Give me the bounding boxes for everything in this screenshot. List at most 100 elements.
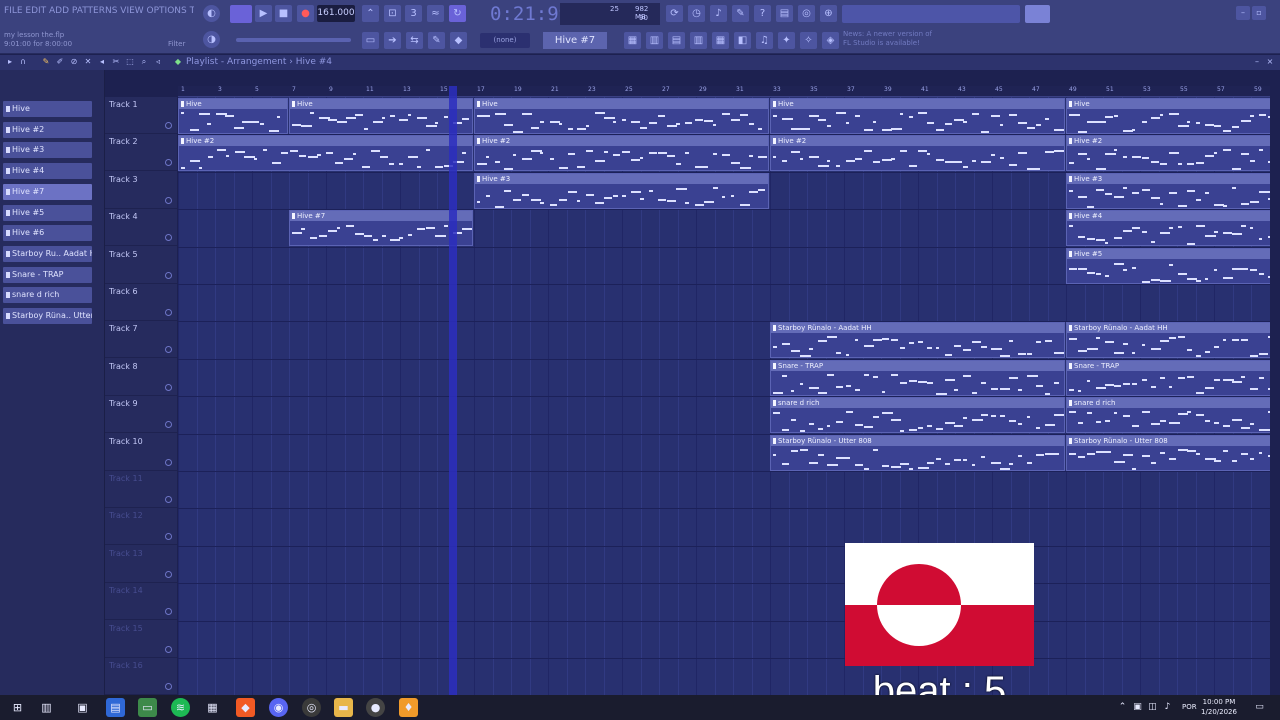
track-header[interactable]: Track 15 bbox=[105, 621, 177, 658]
track-header[interactable]: Track 1 bbox=[105, 97, 177, 134]
picker-item[interactable]: Starboy Rüna.. Utter 808 bbox=[3, 308, 92, 324]
pattern-clip[interactable]: Hive #4 bbox=[1066, 210, 1270, 247]
track-header[interactable]: Track 12 bbox=[105, 508, 177, 546]
store-icon[interactable]: ▤ bbox=[106, 698, 125, 717]
timeline-ruler[interactable]: 1 3 5 7 9 11 13 15 17 19 21 23 25 27 29 31 33 35 37 39 41 43 4… bbox=[178, 86, 1270, 97]
master-volume-slider[interactable] bbox=[236, 38, 351, 42]
brave-icon[interactable]: ◆ bbox=[236, 698, 255, 717]
pattern-selector[interactable]: Hive #7 bbox=[543, 32, 607, 49]
pattern-clip[interactable]: Hive #7 bbox=[289, 210, 473, 247]
pattern-clip[interactable]: Hive #2 bbox=[474, 135, 769, 172]
track-header[interactable]: Track 7 bbox=[105, 321, 177, 359]
track-header[interactable]: Track 13 bbox=[105, 546, 177, 583]
picker-item[interactable]: Hive #5 bbox=[3, 204, 92, 221]
zoom-tool-icon[interactable]: ⌕ bbox=[138, 55, 150, 69]
track-led-icon[interactable] bbox=[165, 234, 172, 242]
obs-icon[interactable]: ◎ bbox=[302, 698, 321, 717]
pattern-clip[interactable]: Hive #2 bbox=[178, 135, 473, 172]
save-icon[interactable]: ▤ bbox=[776, 5, 793, 22]
track-led-icon[interactable] bbox=[165, 683, 172, 690]
paint-tool-icon[interactable]: ✐ bbox=[54, 55, 66, 69]
track-header[interactable]: Track 9 bbox=[105, 396, 177, 434]
loop-record-icon[interactable]: ↻ bbox=[449, 5, 466, 22]
picker-item[interactable]: Hive #7 bbox=[3, 183, 92, 200]
online-icon[interactable]: ⊕ bbox=[820, 5, 837, 22]
task-view-icon[interactable]: ▥ bbox=[37, 698, 56, 717]
blend-notes-icon[interactable]: ≈ bbox=[427, 5, 444, 22]
stop-button[interactable]: ■ bbox=[275, 5, 292, 22]
picker-item[interactable]: Hive #2 bbox=[3, 121, 92, 138]
help-icon[interactable]: ? bbox=[754, 5, 771, 22]
mic-icon[interactable]: ♪ bbox=[710, 5, 727, 22]
pattern-arrow-icon[interactable]: ◆ bbox=[172, 55, 184, 69]
pattern-clip[interactable]: Hive bbox=[1066, 98, 1270, 134]
pattern-clip[interactable]: Hive bbox=[178, 98, 288, 134]
record-button[interactable]: ● bbox=[297, 5, 314, 22]
picker-item[interactable]: Hive bbox=[3, 101, 92, 117]
stamp-icon[interactable]: ◆ bbox=[450, 32, 467, 49]
master-volume-knob[interactable]: ◐ bbox=[203, 5, 220, 22]
pattern-clip[interactable]: Hive #3 bbox=[1066, 172, 1270, 209]
track-led-icon[interactable] bbox=[165, 196, 172, 204]
track-led-icon[interactable] bbox=[165, 383, 172, 391]
track-led-icon[interactable] bbox=[165, 122, 172, 129]
piano-roll-icon[interactable]: ▥ bbox=[646, 32, 663, 49]
touch-keyboard-icon[interactable]: ✧ bbox=[800, 32, 817, 49]
track-led-icon[interactable] bbox=[165, 570, 172, 578]
track-header[interactable]: Track 8 bbox=[105, 359, 177, 396]
track-led-icon[interactable] bbox=[165, 645, 172, 653]
track-led-icon[interactable] bbox=[165, 608, 172, 616]
track-led-icon[interactable] bbox=[165, 271, 172, 279]
minimize-icon[interactable]: – bbox=[1236, 6, 1250, 20]
playlist-minimize-icon[interactable]: – bbox=[1252, 55, 1262, 69]
track-header[interactable]: Track 2 bbox=[105, 134, 177, 172]
master-pitch-knob[interactable]: ◑ bbox=[203, 31, 220, 48]
plugin-icon[interactable]: ◧ bbox=[734, 32, 751, 49]
tempo-display[interactable]: 161.000 bbox=[317, 5, 355, 22]
refresh-icon[interactable]: ⟳ bbox=[666, 5, 683, 22]
picker-item[interactable]: snare d rich bbox=[3, 287, 92, 304]
edison-icon[interactable]: ✦ bbox=[778, 32, 795, 49]
track-header[interactable]: Track 11 bbox=[105, 471, 177, 508]
pattern-clip[interactable]: snare d rich bbox=[770, 397, 1065, 434]
tray-volume-icon[interactable]: ♪ bbox=[1158, 698, 1177, 717]
playlist-menu-icon[interactable]: ▸ bbox=[4, 55, 16, 69]
pattern-clip[interactable]: Hive bbox=[770, 98, 1065, 134]
pattern-clip[interactable]: Starboy Rünalo - Utter 808 bbox=[770, 434, 1065, 471]
arrow-icon[interactable]: ➔ bbox=[384, 32, 401, 49]
link-icon[interactable]: ⇆ bbox=[406, 32, 423, 49]
pattern-clip[interactable]: Snare - TRAP bbox=[1066, 359, 1270, 396]
files-icon[interactable]: ▦ bbox=[203, 698, 222, 717]
draw-tool-icon[interactable]: ✎ bbox=[40, 55, 52, 69]
fl-studio-icon[interactable]: ♦ bbox=[399, 698, 418, 717]
pattern-clip[interactable]: Hive bbox=[289, 98, 473, 134]
pattern-clip[interactable]: Starboy Rünalo - Aadat HH bbox=[1066, 322, 1270, 359]
picker-item[interactable]: Hive #3 bbox=[3, 142, 92, 159]
terminal-icon[interactable]: ▭ bbox=[138, 698, 157, 717]
folder-icon[interactable]: ▬ bbox=[334, 698, 353, 717]
snap-icon[interactable]: ▭ bbox=[362, 32, 379, 49]
track-header[interactable]: Track 16 bbox=[105, 658, 177, 695]
slice-tool-icon[interactable]: ✂ bbox=[110, 55, 122, 69]
countdown-icon[interactable]: 3 bbox=[405, 5, 422, 22]
picker-item[interactable]: Starboy Ru.. Aadat HH bbox=[3, 245, 92, 262]
pattern-clip[interactable]: Starboy Rünalo - Aadat HH bbox=[770, 322, 1065, 359]
track-header[interactable]: Track 6 bbox=[105, 284, 177, 321]
pencil-icon[interactable]: ✎ bbox=[428, 32, 445, 49]
playhead[interactable] bbox=[449, 86, 457, 695]
delete-tool-icon[interactable]: ⊘ bbox=[68, 55, 80, 69]
mute-tool-icon[interactable]: ✕ bbox=[82, 55, 94, 69]
explorer-icon[interactable]: ▣ bbox=[73, 698, 92, 717]
playback-tool-icon[interactable]: ◃ bbox=[152, 55, 164, 69]
pattern-clip[interactable]: snare d rich bbox=[1066, 397, 1270, 434]
chat-icon[interactable]: ◎ bbox=[798, 5, 815, 22]
fx-icon[interactable]: ◈ bbox=[822, 32, 839, 49]
pattern-clip[interactable]: Hive #2 bbox=[770, 135, 1065, 172]
playlist-close-icon[interactable]: × bbox=[1265, 55, 1275, 69]
track-led-icon[interactable] bbox=[165, 309, 172, 316]
track-led-icon[interactable] bbox=[165, 421, 172, 429]
pattern-clip[interactable]: Hive #2 bbox=[1066, 135, 1270, 172]
spotify-icon[interactable]: ≋ bbox=[171, 698, 190, 717]
track-led-icon[interactable] bbox=[165, 533, 172, 541]
track-header[interactable]: Track 3 bbox=[105, 172, 177, 209]
